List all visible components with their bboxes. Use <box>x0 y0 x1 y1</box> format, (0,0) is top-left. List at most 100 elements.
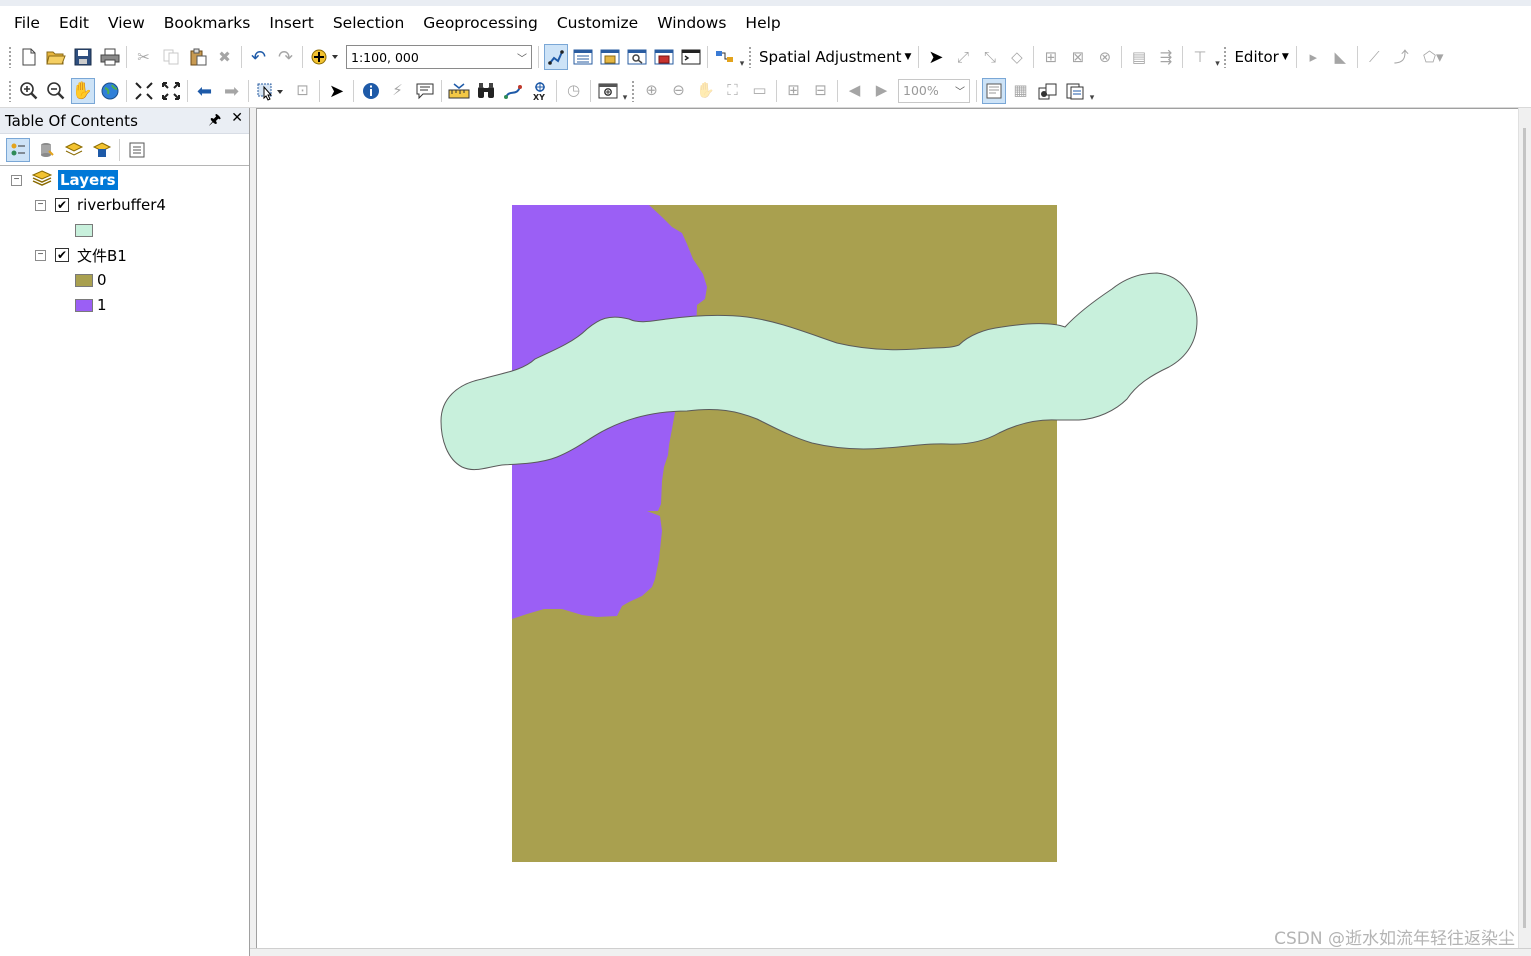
undo-icon[interactable]: ↶ <box>247 44 271 70</box>
paste-icon[interactable] <box>186 44 210 70</box>
python-window-icon[interactable] <box>679 44 703 70</box>
toolbar-overflow-icon[interactable]: ▾ <box>738 44 746 70</box>
measure-ruler-icon[interactable] <box>447 78 471 104</box>
layout-zoom-combo[interactable]: 100% ﹀ <box>898 78 970 103</box>
toolbar-overflow-icon[interactable]: ▾ <box>1213 44 1221 70</box>
menu-geoprocessing[interactable]: Geoprocessing <box>415 14 546 32</box>
editor-menu[interactable]: Editor ▼ <box>1230 48 1292 66</box>
menu-insert[interactable]: Insert <box>261 14 321 32</box>
close-icon[interactable]: ✕ <box>231 109 243 133</box>
collapse-toggle-icon[interactable]: − <box>11 174 22 186</box>
toolbar-grip[interactable] <box>8 46 12 68</box>
scrollbar-thumb[interactable] <box>1523 128 1526 928</box>
change-layout-icon[interactable] <box>1036 78 1060 104</box>
zoom-out-icon[interactable] <box>44 78 68 104</box>
pan-hand-icon[interactable]: ✋ <box>70 77 95 104</box>
layer-visibility-checkbox[interactable]: ✔ <box>55 248 69 262</box>
end-point-arc-icon[interactable]: ⤴ <box>1389 44 1413 70</box>
editor-toolbar-icon[interactable] <box>543 44 568 70</box>
modelbuilder-icon[interactable] <box>713 44 737 70</box>
fixed-zoom-in-layout-icon[interactable]: ⊞ <box>782 78 806 104</box>
menu-help[interactable]: Help <box>737 14 788 32</box>
toolbar-grip[interactable] <box>631 79 635 102</box>
menu-customize[interactable]: Customize <box>549 14 646 32</box>
clear-selection-icon[interactable]: ⊡ <box>291 78 315 104</box>
layout-zoom-in-icon[interactable]: ⊕ <box>640 78 664 104</box>
open-folder-icon[interactable] <box>44 44 68 70</box>
layers-root-row[interactable]: − Layers <box>11 168 118 192</box>
cut-icon[interactable]: ✂ <box>132 44 156 70</box>
map-vertical-scrollbar[interactable] <box>1518 108 1531 948</box>
attribute-transfer-icon[interactable]: ⇶ <box>1154 44 1178 70</box>
trace-tool-icon[interactable]: ⬠▾ <box>1416 44 1450 70</box>
go-forward-arrow-icon[interactable]: ➡ <box>220 78 244 104</box>
zoom-whole-page-icon[interactable]: ⛶ <box>721 78 745 104</box>
focus-data-frame-icon[interactable]: ▦ <box>1009 78 1033 104</box>
map-scale-combo[interactable]: 1:100, 000 ﹀ <box>346 45 532 69</box>
arctoolbox-icon[interactable] <box>652 44 676 70</box>
select-elements-arrow-icon[interactable]: ➤ <box>325 78 349 104</box>
layer-visibility-checkbox[interactable]: ✔ <box>55 198 69 212</box>
toolbar-grip[interactable] <box>1223 46 1228 68</box>
zoom-100-percent-icon[interactable]: ▭ <box>748 78 772 104</box>
pin-icon[interactable]: 🖈 <box>208 109 221 133</box>
toolbar-overflow-icon[interactable]: ▾ <box>1088 78 1096 104</box>
select-elements-icon[interactable]: ➤ <box>924 44 948 70</box>
new-displacement-link-icon[interactable]: ⤢ <box>951 44 975 70</box>
edit-tool-icon[interactable]: ▸ <box>1301 44 1325 70</box>
add-data-icon[interactable] <box>308 44 342 70</box>
toggle-draft-mode-icon[interactable] <box>981 77 1006 104</box>
catalog-window-icon[interactable] <box>598 44 622 70</box>
menu-windows[interactable]: Windows <box>649 14 734 32</box>
list-by-selection-icon[interactable] <box>90 138 114 162</box>
layout-go-back-icon[interactable]: ◀ <box>843 78 867 104</box>
select-features-icon[interactable] <box>254 78 288 104</box>
edit-annotation-tool-icon[interactable]: ◣ <box>1328 44 1352 70</box>
map-display[interactable] <box>256 108 1518 948</box>
magnifier-window-icon[interactable] <box>596 78 620 104</box>
collapse-toggle-icon[interactable]: − <box>35 199 46 211</box>
new-limited-adjustment-area-icon[interactable]: ⊠ <box>1066 44 1090 70</box>
list-by-drawing-order-icon[interactable] <box>6 137 30 162</box>
modify-link-icon[interactable]: ⤡ <box>978 44 1002 70</box>
delete-icon[interactable]: ✖ <box>213 44 237 70</box>
layer-row-b1[interactable]: − ✔ 文件B1 <box>35 243 127 267</box>
search-window-icon[interactable] <box>625 44 649 70</box>
redo-icon[interactable]: ↷ <box>274 44 298 70</box>
collapse-toggle-icon[interactable]: − <box>35 249 46 261</box>
menu-file[interactable]: File <box>6 14 48 32</box>
layer-row-riverbuffer4[interactable]: − ✔ riverbuffer4 <box>35 193 166 217</box>
layout-pan-icon[interactable]: ✋ <box>694 78 718 104</box>
fixed-zoom-out-icon[interactable] <box>159 78 183 104</box>
save-icon[interactable] <box>71 44 95 70</box>
edge-match-icon[interactable]: ⊤ <box>1188 44 1212 70</box>
html-popup-icon[interactable] <box>413 78 437 104</box>
menu-bookmarks[interactable]: Bookmarks <box>156 14 259 32</box>
go-back-arrow-icon[interactable]: ⬅ <box>193 78 217 104</box>
list-by-source-icon[interactable] <box>34 138 58 162</box>
find-binoculars-icon[interactable] <box>474 78 498 104</box>
new-document-icon[interactable] <box>17 44 41 70</box>
table-of-contents-window-icon[interactable] <box>571 44 595 70</box>
hyperlink-lightning-icon[interactable]: ⚡ <box>386 78 410 104</box>
spatial-adjustment-menu[interactable]: Spatial Adjustment ▼ <box>755 48 915 66</box>
fixed-zoom-out-layout-icon[interactable]: ⊟ <box>809 78 833 104</box>
view-link-table-icon[interactable]: ▤ <box>1127 44 1151 70</box>
menu-edit[interactable]: Edit <box>51 14 97 32</box>
find-route-icon[interactable] <box>501 78 525 104</box>
map-canvas[interactable] <box>257 109 1519 949</box>
identify-info-icon[interactable] <box>359 78 383 104</box>
data-driven-pages-icon[interactable] <box>1063 78 1087 104</box>
clear-limited-adjustment-area-icon[interactable]: ⊗ <box>1093 44 1117 70</box>
multiple-displacement-links-icon[interactable]: ◇ <box>1005 44 1029 70</box>
toolbar-overflow-icon[interactable]: ▾ <box>621 78 629 104</box>
full-extent-globe-icon[interactable] <box>98 78 122 104</box>
fixed-zoom-in-icon[interactable] <box>132 78 156 104</box>
toolbar-grip[interactable] <box>748 46 752 68</box>
toolbar-grip[interactable] <box>8 79 12 102</box>
copy-icon[interactable] <box>159 44 183 70</box>
menu-selection[interactable]: Selection <box>325 14 412 32</box>
menu-view[interactable]: View <box>100 14 153 32</box>
straight-segment-icon[interactable]: ⟋ <box>1362 44 1386 70</box>
new-identity-link-icon[interactable]: ⊞ <box>1039 44 1063 70</box>
